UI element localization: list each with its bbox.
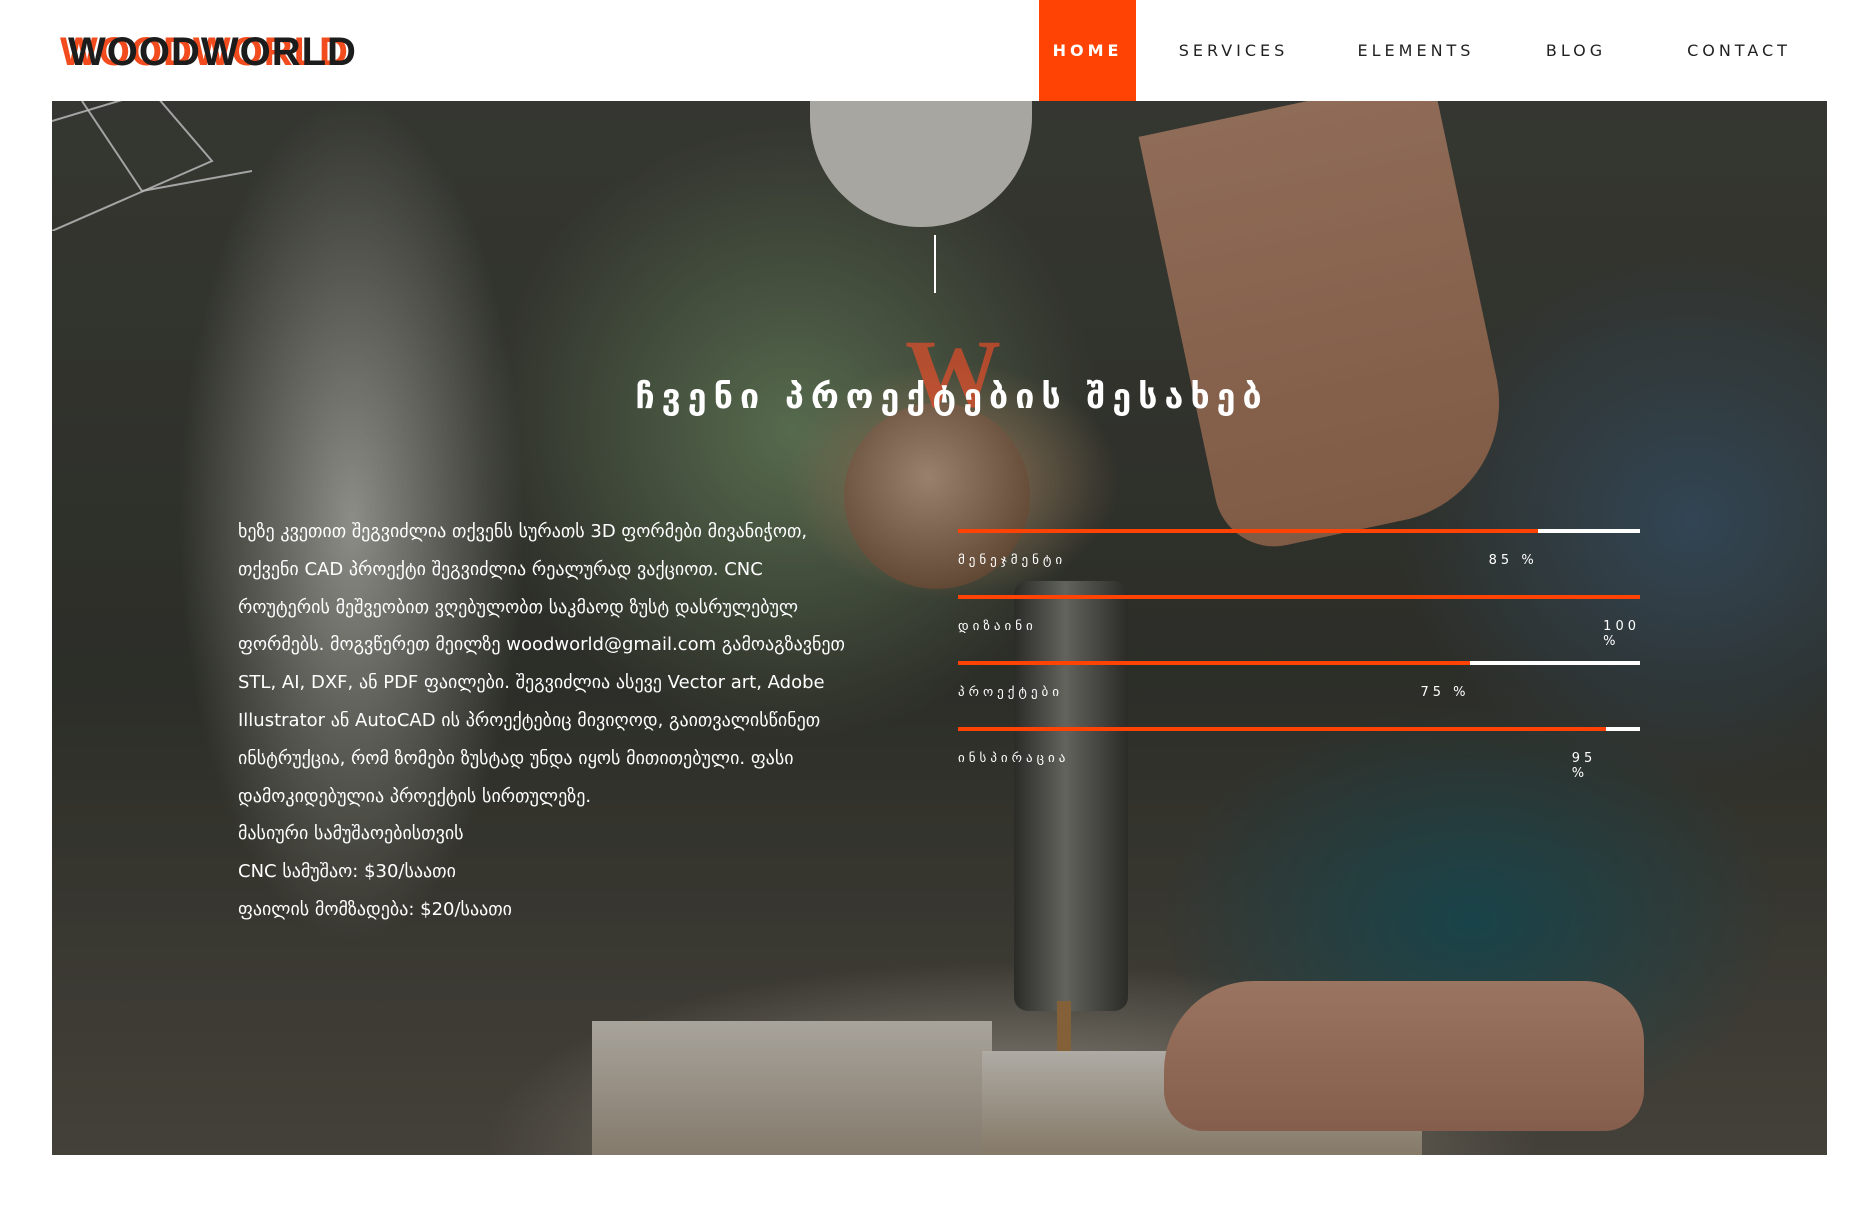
skill-percent: 95 % <box>1571 751 1597 781</box>
skill-name: მენეჯმენტი <box>958 553 1067 568</box>
skill-item: ინსპირაცია 95 % <box>958 727 1640 793</box>
skill-fill <box>958 529 1538 533</box>
description-paragraph: ხეზე კვეთით შეგვიძლია თქვენს სურათს 3D ფ… <box>238 521 845 807</box>
nav-elements[interactable]: ELEMENTS <box>1331 0 1501 101</box>
title-divider <box>934 235 936 293</box>
main-nav: HOME SERVICES ELEMENTS BLOG CONTACT <box>1039 0 1827 101</box>
nav-contact[interactable]: CONTACT <box>1651 0 1827 101</box>
skill-percent: 75 % <box>1420 685 1470 700</box>
skill-percent: 85 % <box>1488 553 1538 568</box>
nav-blog[interactable]: BLOG <box>1501 0 1651 101</box>
description-line: მასიური სამუშაოებისთვის <box>238 823 464 845</box>
skill-fill <box>958 661 1470 665</box>
skill-percent: 100 % <box>1603 619 1640 649</box>
skill-fill <box>958 727 1606 731</box>
section-heading: W ჩვენი პროექტების შესახებ <box>452 319 1452 429</box>
hero-section: W ჩვენი პროექტების შესახებ ხეზე კვეთით შ… <box>52 101 1827 1155</box>
skill-item: დიზაინი 100 % <box>958 595 1640 661</box>
description-line: CNC სამუშაო: $30/საათი <box>238 861 456 883</box>
logo[interactable]: WOODWORLD WOODWORLD <box>60 30 380 74</box>
nav-services[interactable]: SERVICES <box>1136 0 1331 101</box>
skill-fill <box>958 595 1640 599</box>
logo-text: WOODWORLD <box>68 30 357 74</box>
section-title: ჩვენი პროექტების შესახებ <box>635 376 1269 417</box>
description-line: ფაილის მომზადება: $20/საათი <box>238 898 512 920</box>
skill-name: ინსპირაცია <box>958 751 1070 766</box>
skill-name: დიზაინი <box>958 619 1037 634</box>
skills-list: მენეჯმენტი 85 % დიზაინი 100 % პროექტები … <box>958 529 1640 793</box>
skill-item: პროექტები 75 % <box>958 661 1640 727</box>
skill-item: მენეჯმენტი 85 % <box>958 529 1640 595</box>
skill-name: პროექტები <box>958 685 1063 700</box>
site-header: WOODWORLD WOODWORLD HOME SERVICES ELEMEN… <box>0 0 1863 101</box>
nav-home[interactable]: HOME <box>1039 0 1136 101</box>
about-description: ხეზე კვეთით შეგვიძლია თქვენს სურათს 3D ფ… <box>238 513 848 929</box>
